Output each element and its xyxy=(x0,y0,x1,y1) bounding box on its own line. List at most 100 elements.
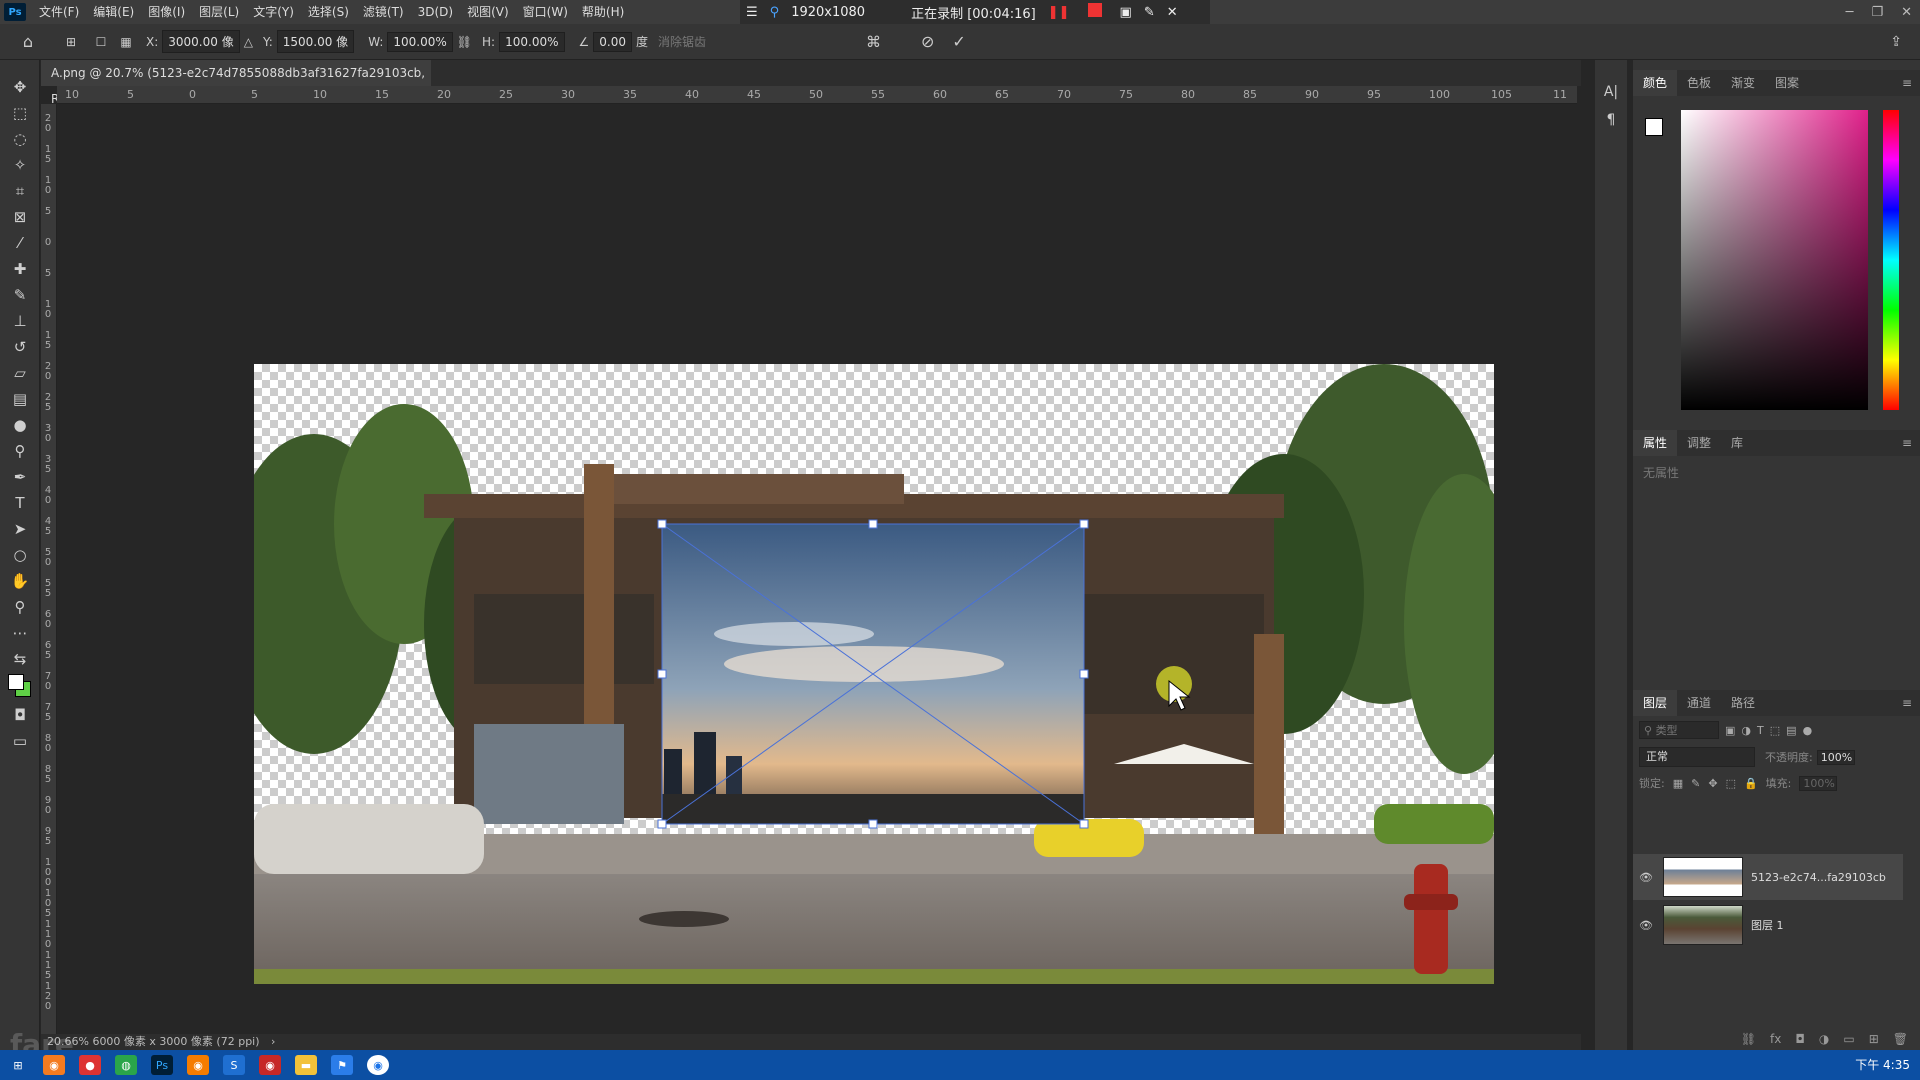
app-s-icon[interactable]: S xyxy=(223,1055,245,1075)
add-mask-icon[interactable]: ◘ xyxy=(1795,1032,1805,1046)
chrome-icon[interactable]: ◉ xyxy=(367,1055,389,1075)
eyedropper-tool-icon[interactable]: ⁄ xyxy=(0,230,40,256)
filter-toggle-icon[interactable]: ● xyxy=(1803,724,1813,737)
tab-properties[interactable]: 属性 xyxy=(1633,430,1678,456)
paragraph-panel-icon[interactable]: ¶ xyxy=(1595,106,1627,134)
pen-icon[interactable]: ✎ xyxy=(1144,5,1155,20)
menu-3d[interactable]: 3D(D) xyxy=(411,0,460,24)
x-position-field[interactable]: 3000.00 像 xyxy=(162,30,240,53)
panel-menu-icon[interactable]: ≡ xyxy=(1902,696,1912,710)
tab-patterns[interactable]: 图案 xyxy=(1765,70,1809,96)
document-tab[interactable]: A.png @ 20.7% (5123-e2c74d7855088db3af31… xyxy=(41,60,431,106)
zoom-tool-icon[interactable]: ⚲ xyxy=(0,594,40,620)
new-group-icon[interactable]: ▭ xyxy=(1843,1032,1854,1046)
menu-file[interactable]: 文件(F) xyxy=(32,0,86,24)
menu-window[interactable]: 窗口(W) xyxy=(516,0,575,24)
fill-field[interactable]: 100% xyxy=(1799,775,1838,791)
browser-icon[interactable]: ◉ xyxy=(187,1055,209,1075)
link-icon[interactable]: ⛓ xyxy=(457,35,472,49)
marquee-tool-icon[interactable]: ⬚ xyxy=(0,100,40,126)
hand-tool-icon[interactable]: ✋ xyxy=(0,568,40,594)
firefox-icon[interactable]: ◉ xyxy=(43,1055,65,1075)
filter-adjustment-icon[interactable]: ◑ xyxy=(1741,724,1751,737)
color-picker-field[interactable] xyxy=(1681,110,1868,410)
pause-icon[interactable]: ❚❚ xyxy=(1048,5,1070,20)
blur-tool-icon[interactable]: ● xyxy=(0,412,40,438)
menu-select[interactable]: 选择(S) xyxy=(301,0,356,24)
photoshop-taskbar-icon[interactable]: Ps xyxy=(151,1055,173,1075)
link-layers-icon[interactable]: ⛓ xyxy=(1741,1032,1756,1046)
eye-icon[interactable]: 👁 xyxy=(1633,871,1659,884)
lock-image-icon[interactable]: ✎ xyxy=(1691,777,1700,790)
lock-transparent-icon[interactable]: ▦ xyxy=(1673,777,1683,790)
restore-icon[interactable]: ❐ xyxy=(1871,5,1883,20)
close-recorder-icon[interactable]: ✕ xyxy=(1167,5,1178,20)
menu-help[interactable]: 帮助(H) xyxy=(575,0,631,24)
magic-wand-tool-icon[interactable]: ✧ xyxy=(0,152,40,178)
layer-name[interactable]: 图层 1 xyxy=(1751,917,1784,933)
filter-pixel-icon[interactable]: ▣ xyxy=(1725,724,1735,737)
wechat-icon[interactable]: ◍ xyxy=(115,1055,137,1075)
file-explorer-icon[interactable]: ▬ xyxy=(295,1055,317,1075)
filter-shape-icon[interactable]: ⬚ xyxy=(1770,724,1780,737)
layer-name[interactable]: 5123-e2c74...fa29103cb xyxy=(1751,871,1886,884)
menu-layer[interactable]: 图层(L) xyxy=(192,0,246,24)
cancel-transform-icon[interactable]: ⊘ xyxy=(921,32,934,51)
warp-icon[interactable]: ⌘ xyxy=(866,33,881,51)
brush-tool-icon[interactable]: ✎ xyxy=(0,282,40,308)
tab-gradients[interactable]: 渐变 xyxy=(1721,70,1765,96)
lock-artboard-icon[interactable]: ⬚ xyxy=(1726,777,1736,790)
lock-position-icon[interactable]: ✥ xyxy=(1708,777,1717,790)
minimize-icon[interactable]: ─ xyxy=(1846,5,1854,20)
type-tool-icon[interactable]: T xyxy=(0,490,40,516)
app-icon[interactable]: ● xyxy=(79,1055,101,1075)
move-tool-icon[interactable]: ✥ xyxy=(0,74,40,100)
stop-icon[interactable] xyxy=(1082,3,1108,21)
tab-channels[interactable]: 通道 xyxy=(1677,690,1721,716)
tab-color[interactable]: 颜色 xyxy=(1633,70,1678,96)
fx-icon[interactable]: fx xyxy=(1770,1032,1781,1046)
home-icon[interactable]: ⌂ xyxy=(0,32,56,51)
rotation-field[interactable]: 0.00 xyxy=(593,31,632,52)
history-brush-tool-icon[interactable]: ↺ xyxy=(0,334,40,360)
eye-icon[interactable]: 👁 xyxy=(1633,919,1659,932)
delta-icon[interactable]: △ xyxy=(244,35,253,49)
lock-all-icon[interactable]: 🔒 xyxy=(1744,777,1758,790)
hue-slider[interactable] xyxy=(1883,110,1899,410)
pin-icon[interactable]: ⚲ xyxy=(770,5,780,20)
eraser-tool-icon[interactable]: ▱ xyxy=(0,360,40,386)
clone-stamp-tool-icon[interactable]: ⊥ xyxy=(0,308,40,334)
blend-mode-select[interactable]: 正常 xyxy=(1639,747,1755,767)
delete-layer-icon[interactable]: 🗑 xyxy=(1893,1032,1908,1046)
new-layer-icon[interactable]: ⊞ xyxy=(1869,1032,1879,1046)
filter-type-icon[interactable]: T xyxy=(1757,724,1764,737)
crop-tool-icon[interactable]: ⌗ xyxy=(0,178,40,204)
height-field[interactable]: 100.00% xyxy=(499,31,565,52)
dodge-tool-icon[interactable]: ⚲ xyxy=(0,438,40,464)
commit-transform-icon[interactable]: ✓ xyxy=(952,32,965,51)
layer-filter-search[interactable]: ⚲ 类型 xyxy=(1639,721,1719,739)
antialias-label[interactable]: 消除锯齿 xyxy=(658,33,706,50)
document-canvas[interactable] xyxy=(254,364,1494,984)
tab-swatches[interactable]: 色板 xyxy=(1677,70,1721,96)
frame-tool-icon[interactable]: ⊠ xyxy=(0,204,40,230)
healing-brush-tool-icon[interactable]: ✚ xyxy=(0,256,40,282)
pen-tool-icon[interactable]: ✒ xyxy=(0,464,40,490)
quick-mask-icon[interactable]: ◘ xyxy=(0,702,40,728)
tab-adjustments[interactable]: 调整 xyxy=(1677,430,1721,456)
recorder-icon[interactable]: ◉ xyxy=(259,1055,281,1075)
opacity-field[interactable]: 100% xyxy=(1816,749,1855,765)
menu-view[interactable]: 视图(V) xyxy=(460,0,516,24)
adjustment-layer-icon[interactable]: ◑ xyxy=(1819,1032,1829,1046)
checkbox-icon[interactable]: ☐ xyxy=(86,35,116,49)
share-icon[interactable]: ⇪ xyxy=(1890,34,1902,50)
camera-icon[interactable]: ▣ xyxy=(1120,5,1132,20)
foreground-color-swatch[interactable] xyxy=(1645,118,1663,136)
width-field[interactable]: 100.00% xyxy=(387,31,453,52)
windows-start-icon[interactable]: ⊞ xyxy=(7,1055,29,1075)
app-flag-icon[interactable]: ⚑ xyxy=(331,1055,353,1075)
character-panel-icon[interactable]: A| xyxy=(1595,78,1627,106)
path-selection-tool-icon[interactable]: ➤ xyxy=(0,516,40,542)
screen-mode-icon[interactable]: ▭ xyxy=(0,728,40,754)
swap-colors-icon[interactable]: ⇆ xyxy=(0,646,40,672)
